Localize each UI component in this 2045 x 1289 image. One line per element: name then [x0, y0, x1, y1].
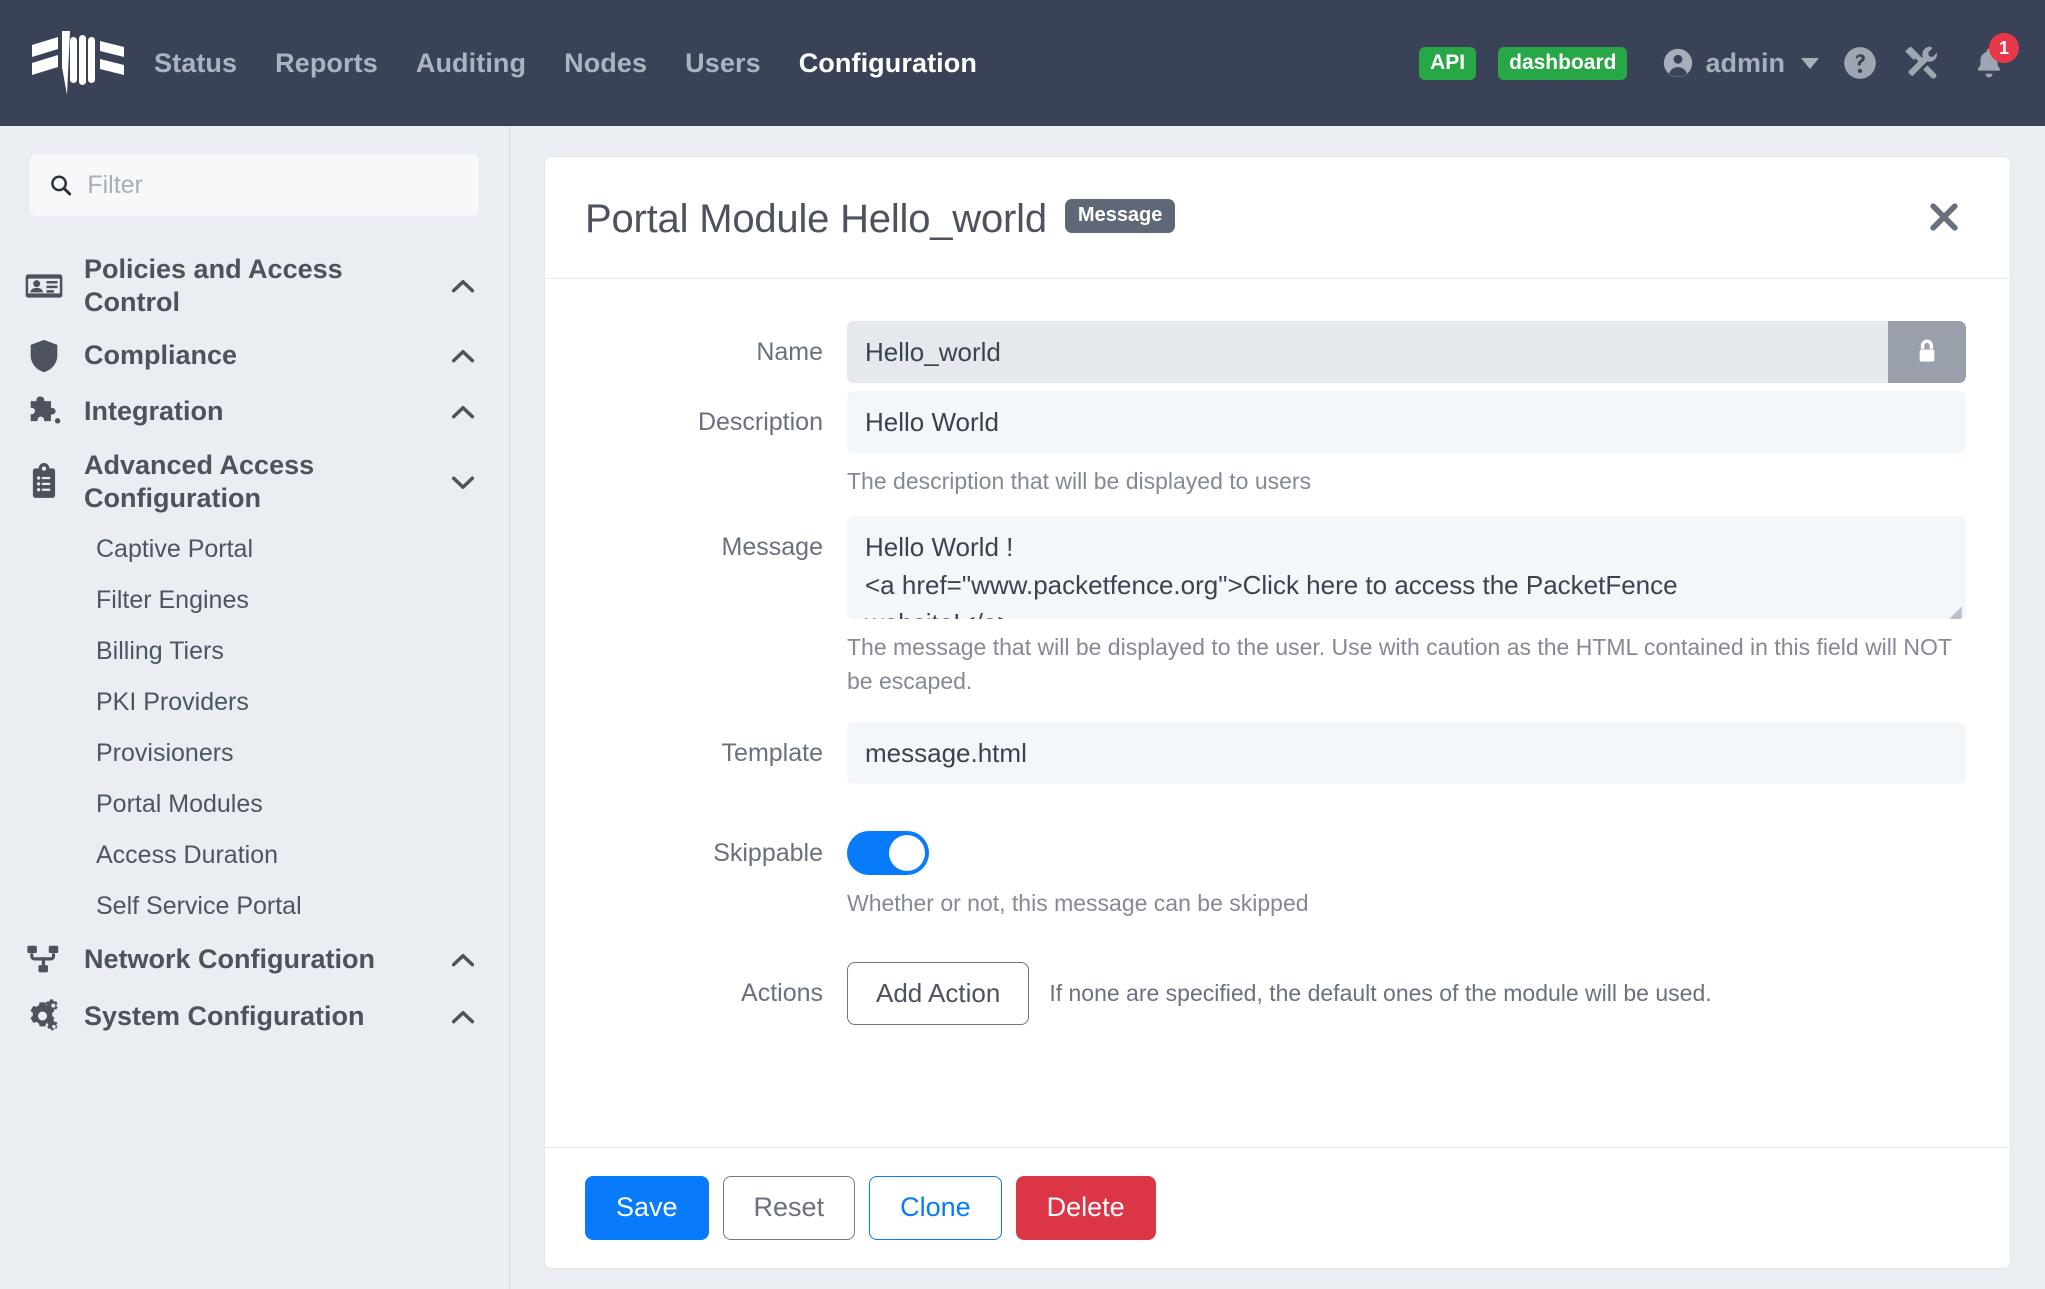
label-actions: Actions — [589, 962, 847, 1025]
top-navbar: Status Reports Auditing Nodes Users Conf… — [0, 0, 2045, 126]
sidebar-group-network-configuration[interactable]: Network Configuration — [0, 932, 509, 988]
sidebar-group-label: Policies and Access Control — [84, 253, 429, 319]
main-content: Portal Module Hello_world Message Name — [510, 126, 2045, 1289]
lock-icon — [1910, 335, 1944, 369]
page-title: Portal Module Hello_world — [585, 197, 1047, 242]
resize-grip-icon[interactable]: ◢ — [1948, 603, 1962, 617]
notifications[interactable]: 1 — [1971, 45, 2007, 81]
sidebar-item-captive-portal[interactable]: Captive Portal — [0, 524, 509, 575]
tools-icon[interactable] — [1901, 43, 1941, 83]
sidebar-item-pki-providers[interactable]: PKI Providers — [0, 677, 509, 728]
chevron-up-icon[interactable] — [447, 944, 479, 976]
chevron-down-icon — [1801, 58, 1819, 69]
label-message: Message — [589, 516, 847, 698]
dashboard-badge[interactable]: dashboard — [1498, 47, 1627, 80]
description-input[interactable] — [847, 391, 1966, 453]
filter-input[interactable] — [87, 171, 461, 200]
shield-icon — [22, 337, 66, 375]
field-row-name: Name — [589, 321, 1966, 383]
packetfence-logo-icon[interactable] — [30, 27, 126, 99]
close-button[interactable] — [1918, 191, 1970, 248]
field-row-template: Template — [589, 722, 1966, 784]
sidebar-group-label: Network Configuration — [84, 943, 429, 976]
portal-module-card: Portal Module Hello_world Message Name — [544, 156, 2011, 1269]
nav-link-nodes[interactable]: Nodes — [564, 48, 647, 79]
sidebar-item-access-duration[interactable]: Access Duration — [0, 830, 509, 881]
field-row-description: Description The description that will be… — [589, 391, 1966, 498]
save-button[interactable]: Save — [585, 1176, 709, 1240]
sidebar-group-label: Advanced Access Configuration — [84, 449, 429, 515]
field-row-actions: Actions Add Action If none are specified… — [589, 962, 1966, 1025]
card-body: Name — [545, 279, 2010, 1147]
sidebar-item-filter-engines[interactable]: Filter Engines — [0, 575, 509, 626]
notification-count-badge: 1 — [1989, 33, 2019, 63]
nav-link-status[interactable]: Status — [154, 48, 237, 79]
sidebar-filter[interactable] — [30, 154, 479, 216]
template-input[interactable] — [847, 722, 1966, 784]
sidebar-group-policies-and-access-control[interactable]: Policies and Access Control — [0, 244, 509, 328]
sidebar: Policies and Access Control Compliance — [0, 126, 510, 1289]
label-skippable: Skippable — [589, 822, 847, 920]
chevron-up-icon[interactable] — [447, 270, 479, 302]
name-input-group — [847, 321, 1966, 383]
reset-button[interactable]: Reset — [723, 1176, 856, 1240]
user-circle-icon — [1661, 46, 1695, 80]
chevron-up-icon[interactable] — [447, 340, 479, 372]
sidebar-group-integration[interactable]: Integration — [0, 384, 509, 440]
nav-link-users[interactable]: Users — [685, 48, 761, 79]
add-action-button[interactable]: Add Action — [847, 962, 1029, 1025]
user-name: admin — [1705, 48, 1785, 79]
description-help: The description that will be displayed t… — [847, 465, 1966, 498]
toggle-knob — [889, 835, 925, 871]
message-help: The message that will be displayed to th… — [847, 631, 1966, 698]
label-description: Description — [589, 391, 847, 498]
name-lock-button[interactable] — [1888, 321, 1966, 383]
help-circle-icon[interactable] — [1841, 44, 1879, 82]
field-row-message: Message Hello World ! <a href="www.packe… — [589, 516, 1966, 698]
message-textarea-value: Hello World ! <a href="www.packetfence.o… — [847, 516, 1966, 619]
skippable-toggle[interactable] — [847, 831, 929, 875]
actions-note: If none are specified, the default ones … — [1049, 980, 1711, 1007]
message-textarea[interactable]: Hello World ! <a href="www.packetfence.o… — [847, 516, 1966, 619]
sidebar-group-advanced-access-configuration[interactable]: Advanced Access Configuration — [0, 440, 509, 524]
user-menu[interactable]: admin — [1661, 46, 1819, 80]
sidebar-item-provisioners[interactable]: Provisioners — [0, 728, 509, 779]
skippable-help: Whether or not, this message can be skip… — [847, 887, 1966, 920]
field-row-skippable: Skippable Whether or not, this message c… — [589, 822, 1966, 920]
sidebar-group-compliance[interactable]: Compliance — [0, 328, 509, 384]
nav-link-auditing[interactable]: Auditing — [416, 48, 526, 79]
api-badge[interactable]: API — [1419, 47, 1476, 80]
module-type-badge: Message — [1065, 199, 1176, 233]
chevron-down-icon[interactable] — [447, 466, 479, 498]
nav-link-configuration[interactable]: Configuration — [799, 48, 977, 79]
puzzle-icon — [22, 393, 66, 431]
network-icon — [22, 941, 66, 979]
actions-line: Add Action If none are specified, the de… — [847, 962, 1966, 1025]
sidebar-item-billing-tiers[interactable]: Billing Tiers — [0, 626, 509, 677]
chevron-up-icon[interactable] — [447, 1001, 479, 1033]
name-input[interactable] — [847, 321, 1888, 383]
sidebar-group-system-configuration[interactable]: System Configuration — [0, 988, 509, 1046]
sidebar-group-label: Integration — [84, 395, 429, 428]
card-footer: Save Reset Clone Delete — [545, 1147, 2010, 1268]
sidebar-item-self-service-portal[interactable]: Self Service Portal — [0, 881, 509, 932]
primary-nav: Status Reports Auditing Nodes Users Conf… — [154, 48, 977, 79]
label-template: Template — [589, 722, 847, 784]
sidebar-group-label: System Configuration — [84, 1000, 429, 1033]
chevron-up-icon[interactable] — [447, 396, 479, 428]
sidebar-item-portal-modules[interactable]: Portal Modules — [0, 779, 509, 830]
close-icon — [1924, 197, 1964, 237]
label-name: Name — [589, 321, 847, 383]
gears-icon — [22, 997, 66, 1037]
delete-button[interactable]: Delete — [1016, 1176, 1156, 1240]
card-header: Portal Module Hello_world Message — [545, 157, 2010, 279]
sidebar-group-label: Compliance — [84, 339, 429, 372]
clone-button[interactable]: Clone — [869, 1176, 1002, 1240]
body-wrapper: Policies and Access Control Compliance — [0, 126, 2045, 1289]
nav-link-reports[interactable]: Reports — [275, 48, 378, 79]
id-card-icon — [22, 266, 66, 306]
clipboard-list-icon — [22, 463, 66, 501]
navbar-right: API dashboard admin — [1419, 43, 2011, 83]
search-icon — [48, 171, 73, 199]
